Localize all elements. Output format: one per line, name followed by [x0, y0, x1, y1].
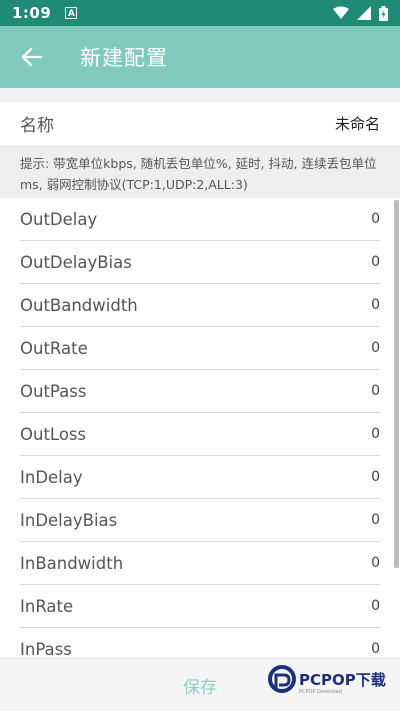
param-row-out-rate[interactable]: OutRate 0 — [20, 327, 380, 370]
pcpop-logo-icon — [268, 665, 296, 693]
param-label: InBandwidth — [20, 553, 124, 573]
back-button[interactable] — [0, 26, 64, 88]
param-value[interactable]: 0 — [371, 598, 380, 614]
param-label: InDelayBias — [20, 510, 118, 530]
section-gap — [0, 88, 400, 102]
param-value[interactable]: 0 — [371, 555, 380, 571]
param-list[interactable]: OutDelay 0 OutDelayBias 0 OutBandwidth 0… — [0, 198, 400, 658]
param-row-out-loss[interactable]: OutLoss 0 — [20, 413, 380, 456]
save-button[interactable]: 保存 — [183, 673, 217, 698]
battery-icon — [379, 5, 388, 21]
status-icons — [333, 5, 388, 21]
param-label: InDelay — [20, 467, 83, 487]
watermark: PCPOP下载 PCPOP Download — [268, 665, 386, 695]
hint-text: 提示: 带宽单位kbps, 随机丢包单位%, 延时, 抖动, 连续丢包单位ms,… — [0, 145, 400, 198]
config-name-field[interactable]: 名称 未命名 — [0, 102, 400, 145]
param-value[interactable]: 0 — [371, 211, 380, 227]
param-label: OutDelay — [20, 209, 98, 229]
param-row-in-pass[interactable]: InPass 0 — [20, 628, 380, 659]
notification-icon: A — [65, 7, 78, 19]
param-label: OutBandwidth — [20, 295, 138, 315]
param-value[interactable]: 0 — [371, 641, 380, 657]
param-row-out-delay-bias[interactable]: OutDelayBias 0 — [20, 241, 380, 284]
wifi-icon — [333, 6, 349, 19]
param-value[interactable]: 0 — [371, 383, 380, 399]
param-row-in-delay-bias[interactable]: InDelayBias 0 — [20, 499, 380, 542]
param-label: InPass — [20, 639, 72, 659]
param-value[interactable]: 0 — [371, 254, 380, 270]
config-name-value[interactable]: 未命名 — [335, 113, 380, 134]
status-time: 1:09 — [12, 4, 52, 22]
param-value[interactable]: 0 — [371, 426, 380, 442]
param-label: OutRate — [20, 338, 88, 358]
param-value[interactable]: 0 — [371, 297, 380, 313]
param-row-out-pass[interactable]: OutPass 0 — [20, 370, 380, 413]
page-title: 新建配置 — [80, 46, 168, 70]
status-bar: 1:09 A — [0, 0, 400, 26]
param-label: OutDelayBias — [20, 252, 132, 272]
list-scrollbar[interactable] — [394, 200, 399, 568]
app-bar: 新建配置 — [0, 26, 400, 88]
param-row-in-delay[interactable]: InDelay 0 — [20, 456, 380, 499]
watermark-brand: PCPOP下载 — [299, 670, 386, 689]
param-label: OutPass — [20, 381, 87, 401]
param-label: OutLoss — [20, 424, 87, 444]
param-label: InRate — [20, 596, 74, 616]
param-value[interactable]: 0 — [371, 340, 380, 356]
config-name-label: 名称 — [20, 116, 54, 136]
watermark-sub: PCPOP Download — [299, 689, 342, 695]
param-row-out-delay[interactable]: OutDelay 0 — [20, 198, 380, 241]
param-row-in-bandwidth[interactable]: InBandwidth 0 — [20, 542, 380, 585]
cellular-signal-icon — [357, 6, 371, 20]
param-value[interactable]: 0 — [371, 512, 380, 528]
arrow-back-icon — [22, 48, 42, 66]
param-row-out-bandwidth[interactable]: OutBandwidth 0 — [20, 284, 380, 327]
param-row-in-rate[interactable]: InRate 0 — [20, 585, 380, 628]
param-value[interactable]: 0 — [371, 469, 380, 485]
